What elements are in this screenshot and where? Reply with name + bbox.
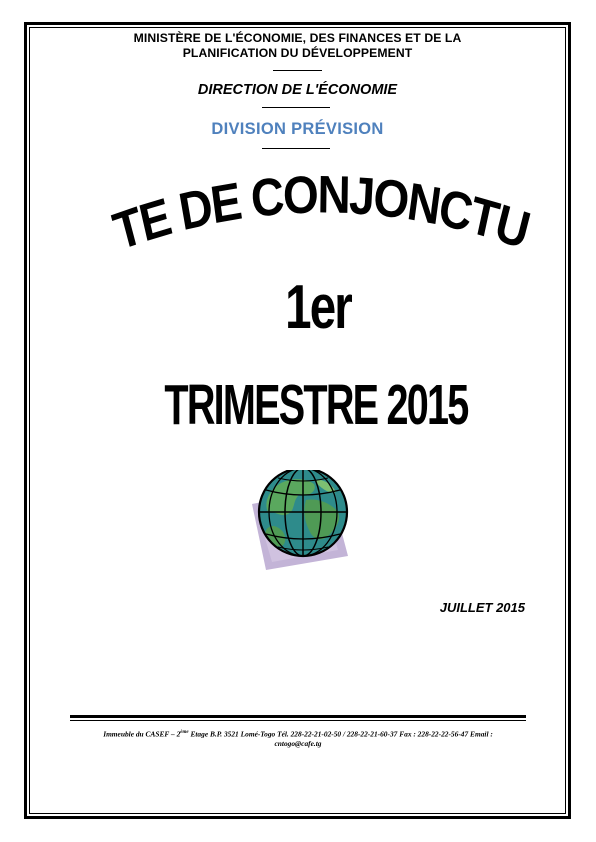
publication-date: JUILLET 2015 bbox=[439, 600, 525, 615]
title-line-2: 1er bbox=[285, 272, 352, 342]
footer-email: cntogo@cafe.tg bbox=[274, 739, 322, 749]
footer-address-line: Immeuble du CASEF – 2ème Etage B.P. 3521… bbox=[70, 728, 526, 739]
footer-rule bbox=[70, 715, 526, 718]
footer-contact: Immeuble du CASEF – 2ème Etage B.P. 3521… bbox=[70, 728, 526, 749]
footer-superscript: ème bbox=[180, 730, 189, 735]
footer-rule-thin bbox=[70, 720, 526, 721]
title-line-3: TRIMESTRE 2015 bbox=[164, 374, 468, 436]
footer-address-part2: Etage B.P. 3521 Lomé-Togo Tél. 228-22-21… bbox=[188, 729, 493, 739]
document-title: NOTE DE CONJONCTURE 1er TRIMESTRE 2015 bbox=[0, 0, 536, 437]
footer-address-part1: Immeuble du CASEF – 2 bbox=[103, 729, 181, 739]
globe-clipart-icon bbox=[252, 470, 349, 570]
title-line-1: NOTE DE CONJONCTURE bbox=[0, 0, 534, 262]
